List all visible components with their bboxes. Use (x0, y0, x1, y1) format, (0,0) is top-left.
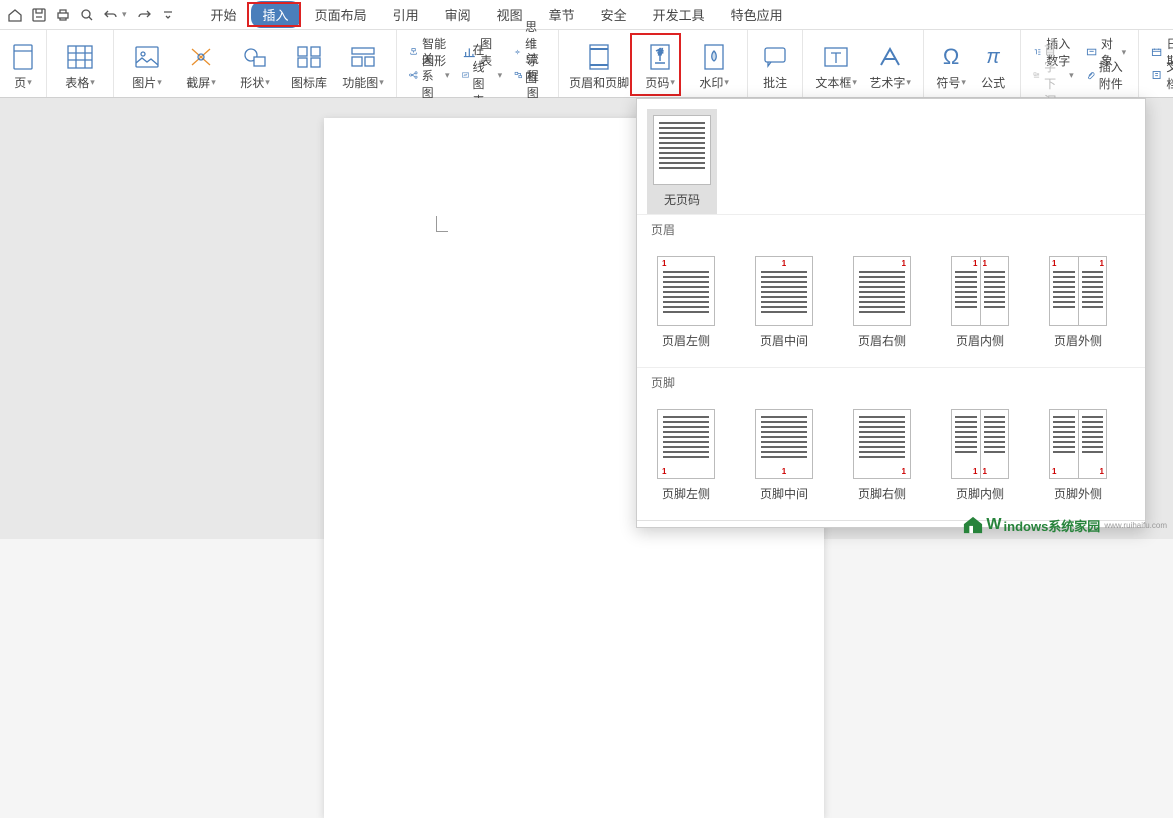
save-icon[interactable] (28, 4, 50, 26)
cover-page-label: 页 (14, 74, 26, 91)
section-footer: 页脚 (637, 367, 1145, 397)
shapes-label: 形状 (240, 74, 264, 91)
option-footer-outer[interactable]: 1 1 页脚外侧 (1043, 403, 1113, 508)
pagenum-button[interactable]: # 页码▾ (633, 32, 687, 96)
tab-security[interactable]: 安全 (589, 1, 639, 28)
tab-bar: 开始 插入 页面布局 引用 审阅 视图 章节 安全 开发工具 特色应用 (199, 1, 795, 28)
preview-icon[interactable] (76, 4, 98, 26)
docpart-button[interactable]: 文档 (1145, 64, 1173, 86)
equation-label: 公式 (981, 74, 1005, 91)
option-header-center-label: 页眉中间 (760, 332, 808, 349)
watermark-label: 水印 (699, 74, 723, 91)
option-footer-inner[interactable]: 1 1 页脚内侧 (945, 403, 1015, 508)
house-icon (962, 515, 984, 535)
quick-access-row: ▾ 开始 插入 页面布局 引用 审阅 视图 章节 安全 开发工具 特色应用 (0, 0, 1173, 30)
print-icon[interactable] (52, 4, 74, 26)
tab-review[interactable]: 审阅 (433, 1, 483, 28)
dropcap-button[interactable]: 首字下沉▾ (1027, 64, 1080, 86)
tab-ref[interactable]: 引用 (381, 1, 431, 28)
docpart-label: 文档 (1166, 58, 1173, 92)
comment-label: 批注 (763, 74, 787, 91)
symbol-label: 符号 (936, 74, 960, 91)
tab-layout[interactable]: 页面布局 (303, 1, 379, 28)
flowchart-button[interactable]: 流程图 (508, 64, 552, 86)
text-cursor (436, 216, 448, 232)
wordart-label: 艺术字 (869, 74, 905, 91)
watermark-logo: W indows系统家园 www.ruihaifu.com (962, 515, 1167, 535)
picture-button[interactable]: 图片▾ (120, 32, 174, 96)
headerfooter-button[interactable]: 页眉和页脚 (565, 32, 633, 96)
watermark-button[interactable]: 水印▾ (687, 32, 741, 96)
undo-caret[interactable]: ▾ (122, 9, 127, 20)
headerfooter-label: 页眉和页脚 (569, 74, 629, 91)
option-footer-center[interactable]: 1 页脚中间 (749, 403, 819, 508)
option-footer-right[interactable]: 1 页脚右侧 (847, 403, 917, 508)
iconlib-button[interactable]: 图标库 (282, 32, 336, 96)
watermark-url: www.ruihaifu.com (1104, 521, 1167, 530)
comment-button[interactable]: 批注 (754, 32, 796, 96)
shapes-button[interactable]: 形状▾ (228, 32, 282, 96)
equation-button[interactable]: π 公式 (972, 32, 1014, 96)
onlinechart-button[interactable]: 在线图表▾ (456, 64, 509, 86)
watermark-brand: indows系统家园 (1004, 516, 1101, 535)
undo-icon[interactable] (100, 4, 122, 26)
option-footer-left[interactable]: 1 页脚左侧 (651, 403, 721, 508)
screenshot-button[interactable]: 截屏▾ (174, 32, 228, 96)
option-footer-left-label: 页脚左侧 (662, 485, 710, 502)
option-footer-right-label: 页脚右侧 (858, 485, 906, 502)
symbol-button[interactable]: Ω 符号▾ (930, 32, 972, 96)
section-header: 页眉 (637, 214, 1145, 244)
attach-button[interactable]: 插入附件 (1080, 64, 1133, 86)
funcfig-button[interactable]: 功能图▾ (336, 32, 390, 96)
option-header-inner[interactable]: 1 1 页眉内侧 (945, 250, 1015, 355)
pagenum-dropdown: 无页码 页眉 1 页眉左侧 1 页眉中间 1 页眉右侧 1 1 页眉内侧 1 1 (636, 98, 1146, 528)
cover-page-button[interactable]: 页▾ (6, 32, 40, 96)
option-header-inner-label: 页眉内侧 (956, 332, 1004, 349)
iconlib-label: 图标库 (291, 74, 327, 91)
relation-label: 关系图 (422, 50, 441, 101)
option-header-left[interactable]: 1 页眉左侧 (651, 250, 721, 355)
option-footer-inner-label: 页脚内侧 (956, 485, 1004, 502)
funcfig-label: 功能图 (342, 74, 378, 91)
textbox-button[interactable]: 文本框▾ (809, 32, 863, 96)
option-header-outer-label: 页眉外侧 (1054, 332, 1102, 349)
tab-dev[interactable]: 开发工具 (641, 1, 717, 28)
wordart-button[interactable]: 艺术字▾ (863, 32, 917, 96)
flowchart-label: 流程图 (527, 50, 546, 101)
option-header-center[interactable]: 1 页眉中间 (749, 250, 819, 355)
tab-insert[interactable]: 插入 (251, 1, 301, 28)
option-header-right[interactable]: 1 页眉右侧 (847, 250, 917, 355)
home-icon[interactable] (4, 4, 26, 26)
option-header-outer[interactable]: 1 1 页眉外侧 (1043, 250, 1113, 355)
option-no-pagenum[interactable]: 无页码 (647, 109, 717, 214)
svg-text:#: # (658, 47, 663, 57)
tab-special[interactable]: 特色应用 (719, 1, 795, 28)
redo-icon[interactable] (133, 4, 155, 26)
option-no-pagenum-label: 无页码 (664, 191, 700, 208)
option-header-left-label: 页眉左侧 (662, 332, 710, 349)
option-header-right-label: 页眉右侧 (858, 332, 906, 349)
relation-button[interactable]: 关系图▾ (403, 64, 456, 86)
option-footer-center-label: 页脚中间 (760, 485, 808, 502)
option-footer-outer-label: 页脚外侧 (1054, 485, 1102, 502)
screenshot-label: 截屏 (186, 74, 210, 91)
ribbon: 页▾ 表格▾ 图片▾ 截屏▾ 形状▾ 图标库 功能图▾ (0, 30, 1173, 98)
pagenum-label: 页码 (645, 74, 669, 91)
textbox-label: 文本框 (815, 74, 851, 91)
table-button[interactable]: 表格▾ (53, 32, 107, 96)
qat-more-icon[interactable] (157, 4, 179, 26)
picture-label: 图片 (132, 74, 156, 91)
attach-label: 插入附件 (1099, 58, 1126, 92)
table-label: 表格 (65, 74, 89, 91)
tab-start[interactable]: 开始 (199, 1, 249, 28)
